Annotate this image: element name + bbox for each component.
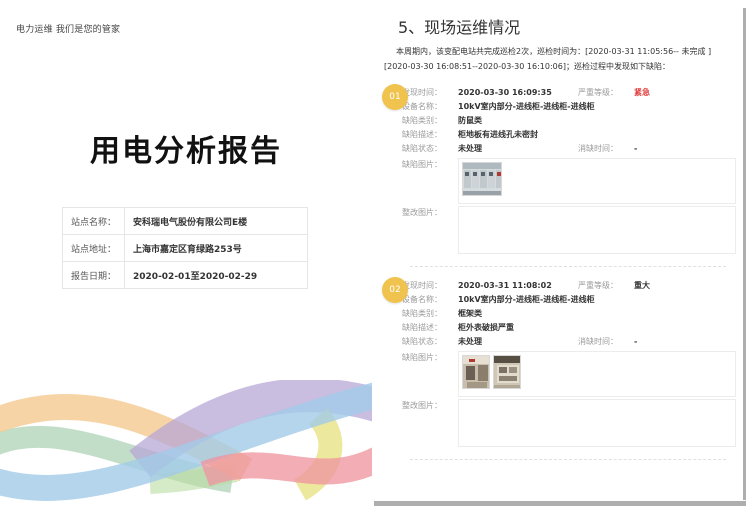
site-address-label: 站点地址： <box>63 235 125 262</box>
severity-value: 紧急 <box>634 86 650 100</box>
resolve-time-label: 消缺时间： <box>578 142 634 156</box>
defect-photos-box <box>458 158 736 204</box>
divider <box>410 266 726 267</box>
resolve-time-label: 消缺时间： <box>578 335 634 349</box>
table-row: 站点名称： 安科瑞电气股份有限公司E楼 <box>63 208 308 235</box>
defect-description-value: 柜外表破损严重 <box>458 321 514 335</box>
divider <box>410 459 726 460</box>
ops-section-page: 5、现场运维情况 本周期内，该变配电站共完成巡检2次，巡检时间为：[2020-0… <box>374 0 746 513</box>
found-time-label: 发现时间： <box>402 86 458 100</box>
brand-slogan: 电力运维 我们是您的管家 <box>16 22 120 35</box>
defect-category-label: 缺陷类别： <box>402 307 458 321</box>
defect-photo <box>493 355 521 389</box>
decorative-wave-graphic <box>0 380 372 506</box>
defect-photos-label: 缺陷图片： <box>402 158 458 172</box>
site-name-value: 安科瑞电气股份有限公司E楼 <box>125 208 308 235</box>
report-date-label: 报告日期： <box>63 262 125 289</box>
cover-page: 电力运维 我们是您的管家 用电分析报告 站点名称： 安科瑞电气股份有限公司E楼 … <box>0 0 372 513</box>
inspection-summary: 本周期内，该变配电站共完成巡检2次，巡检时间为：[2020-03-31 11:0… <box>384 44 736 74</box>
vertical-scrollbar[interactable] <box>743 8 746 500</box>
report-preview: 电力运维 我们是您的管家 用电分析报告 站点名称： 安科瑞电气股份有限公司E楼 … <box>0 0 756 513</box>
defect-item: 02 发现时间： 2020-03-31 11:08:02 严重等级： 重大 设备… <box>374 279 746 460</box>
device-name-label: 设备名称： <box>402 293 458 307</box>
defect-item: 01 发现时间： 2020-03-30 16:09:35 严重等级： 紧急 设备… <box>374 86 746 267</box>
device-name-value: 10kV室内部分-进线柜-进线柜-进线柜 <box>458 293 595 307</box>
severity-label: 严重等级： <box>578 279 634 293</box>
report-title: 用电分析报告 <box>0 126 372 170</box>
fix-photos-box <box>458 206 736 254</box>
defect-description-label: 缺陷描述： <box>402 128 458 142</box>
defect-description-label: 缺陷描述： <box>402 321 458 335</box>
found-time-label: 发现时间： <box>402 279 458 293</box>
resolve-time-value: - <box>634 142 637 156</box>
device-name-value: 10kV室内部分-进线柜-进线柜-进线柜 <box>458 100 595 114</box>
defect-index-badge: 01 <box>382 84 408 110</box>
defect-description-value: 柜地板有进线孔未密封 <box>458 128 538 142</box>
report-date-value: 2020-02-01至2020-02-29 <box>125 262 308 289</box>
severity-label: 严重等级： <box>578 86 634 100</box>
defect-status-value: 未处理 <box>458 335 578 349</box>
table-row: 站点地址： 上海市嘉定区育绿路253号 <box>63 235 308 262</box>
defect-photos-box <box>458 351 736 397</box>
defect-category-value: 框架类 <box>458 307 482 321</box>
fix-photos-label: 整改图片： <box>402 206 458 220</box>
defect-status-value: 未处理 <box>458 142 578 156</box>
found-time-value: 2020-03-31 11:08:02 <box>458 279 578 293</box>
horizontal-scrollbar[interactable] <box>374 501 746 506</box>
defect-status-label: 缺陷状态： <box>402 335 458 349</box>
resolve-time-value: - <box>634 335 637 349</box>
defect-index-badge: 02 <box>382 277 408 303</box>
found-time-value: 2020-03-30 16:09:35 <box>458 86 578 100</box>
defect-category-label: 缺陷类别： <box>402 114 458 128</box>
defect-status-label: 缺陷状态： <box>402 142 458 156</box>
severity-value: 重大 <box>634 279 650 293</box>
table-row: 报告日期： 2020-02-01至2020-02-29 <box>63 262 308 289</box>
site-name-label: 站点名称： <box>63 208 125 235</box>
site-info-table: 站点名称： 安科瑞电气股份有限公司E楼 站点地址： 上海市嘉定区育绿路253号 … <box>62 207 308 289</box>
defect-category-value: 防鼠类 <box>458 114 482 128</box>
defect-photo <box>462 162 502 196</box>
site-address-value: 上海市嘉定区育绿路253号 <box>125 235 308 262</box>
defect-photo <box>462 355 490 389</box>
fix-photos-box <box>458 399 736 447</box>
fix-photos-label: 整改图片： <box>402 399 458 413</box>
defect-photos-label: 缺陷图片： <box>402 351 458 365</box>
device-name-label: 设备名称： <box>402 100 458 114</box>
section-title: 5、现场运维情况 <box>398 14 746 38</box>
